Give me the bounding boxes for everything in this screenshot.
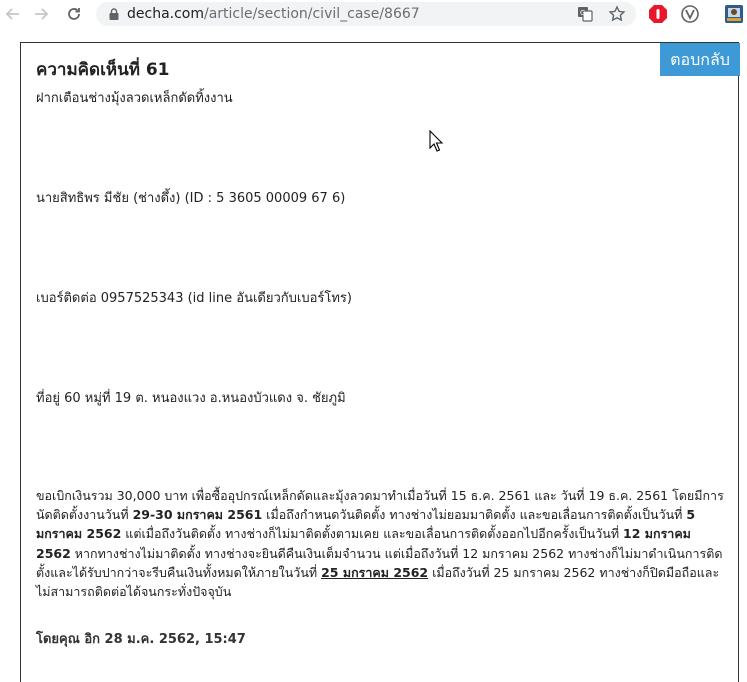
browser-toolbar: decha.com/article/section/civil_case/866… <box>0 0 747 28</box>
comment-title: ความคิดเห็นที่ 61 <box>36 60 170 80</box>
forward-button[interactable] <box>30 3 52 25</box>
body-text-3: แต่เมื่อถึงวันติดตั้ง ทางช่างก็ไม่มาติดต… <box>121 526 624 542</box>
mouse-cursor-icon <box>429 130 443 152</box>
reply-button[interactable]: ตอบกลับ <box>660 43 740 76</box>
lock-icon <box>109 8 119 20</box>
url-domain: decha.com <box>127 6 204 22</box>
star-icon[interactable] <box>608 5 626 23</box>
body-date-1: 29-30 มกราคม 2561 <box>132 507 263 523</box>
translate-icon[interactable]: G <box>576 5 594 23</box>
body-date-4: 25 มกราคม 2562 <box>321 564 429 580</box>
svg-text:G: G <box>580 9 585 17</box>
vivaldi-extension-icon[interactable] <box>680 4 700 24</box>
address-line: ที่อยู่ 60 หมู่ที่ 19 ต. หนองแวง อ.หนองบ… <box>36 391 346 406</box>
reload-icon <box>68 8 80 20</box>
phone-line: เบอร์ติดต่อ 0957525343 (id line อันเดียว… <box>36 291 352 306</box>
comment-body: ขอเบิกเงินรวม 30,000 บาท เพื่อซื้ออุปกรณ… <box>36 486 730 601</box>
adblock-icon[interactable] <box>648 4 668 24</box>
body-text-2: เมื่อถึงกำหนดวันติดตั้ง ทางช่างไม่ยอมมาต… <box>262 507 687 523</box>
comment-byline: โดยคุณ อิก 28 ม.ค. 2562, 15:47 <box>36 632 246 647</box>
reload-button[interactable] <box>63 3 85 25</box>
name-line: นายสิทธิพร มีชัย (ช่างดึ้ง) (ID : 5 3605… <box>36 191 346 206</box>
url-text: decha.com/article/section/civil_case/866… <box>127 5 420 23</box>
arrow-left-icon <box>5 8 19 20</box>
url-path: /article/section/civil_case/8667 <box>204 6 420 22</box>
arrow-right-icon <box>35 8 49 20</box>
profile-extension-icon[interactable] <box>724 4 744 24</box>
comment-subtitle: ฝากเตือนช่างมุ้งลวดเหล็กดัดทิ้งงาน <box>36 91 233 106</box>
address-bar[interactable]: decha.com/article/section/civil_case/866… <box>96 2 636 26</box>
back-button[interactable] <box>2 3 24 25</box>
